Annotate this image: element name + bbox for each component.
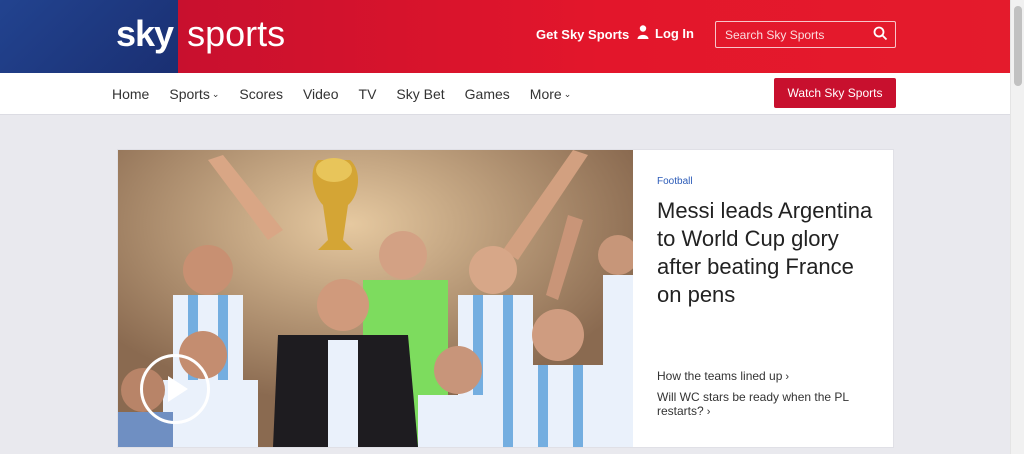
login-label: Log In [655, 26, 694, 41]
nav-item-label: Sky Bet [396, 86, 445, 102]
nav-item-home[interactable]: Home [112, 86, 149, 102]
hero-headline[interactable]: Messi leads Argentina to World Cup glory… [657, 197, 882, 309]
nav-item-label: Sports [169, 86, 210, 102]
nav-item-label: Video [302, 86, 339, 102]
related-links: How the teams lined up › Will WC stars be … [657, 369, 867, 425]
search-placeholder: Search Sky Sports [725, 27, 825, 42]
nav-item-label: Scores [239, 86, 283, 102]
nav-item-scores[interactable]: Scores [239, 86, 283, 102]
related-link-label: Will WC stars be ready when the PL resta… [657, 390, 849, 418]
hero-image[interactable] [118, 150, 633, 447]
play-video-button[interactable] [140, 354, 210, 424]
logo-sports: sports [187, 13, 286, 54]
hero-text: Football Messi leads Argentina to World … [657, 176, 882, 309]
chevron-right-icon: › [785, 371, 790, 383]
page-scrollbar[interactable] [1010, 0, 1024, 454]
watch-sky-sports-button[interactable]: Watch Sky Sports [774, 78, 896, 108]
nav-item-label: TV [358, 86, 377, 102]
nav-item-label: Home [112, 86, 150, 102]
sky-sports-logo[interactable]: sky sports [116, 12, 285, 56]
search-input[interactable]: Search Sky Sports [715, 21, 896, 48]
nav-item-games[interactable]: Games [465, 86, 510, 102]
search-icon[interactable] [873, 26, 888, 44]
get-sky-sports-link[interactable]: Get Sky Sports [536, 27, 629, 42]
chevron-right-icon: › [706, 406, 711, 418]
chevron-down-icon: ⌄ [211, 89, 220, 99]
nav-item-video[interactable]: Video [303, 86, 339, 102]
nav-item-sky-bet[interactable]: Sky Bet [396, 86, 444, 102]
logo-sky: sky [116, 13, 174, 54]
main-nav: Home Sports ⌄ Scores Video TV Sky Bet Games More… [0, 73, 1010, 115]
category-tag[interactable]: Football [657, 176, 882, 187]
header-bar: sky sports Get Sky Sports Log In Search S… [0, 0, 1010, 73]
nav-item-tv[interactable]: TV [359, 86, 377, 102]
nav-item-label: Games [464, 86, 510, 102]
related-link[interactable]: How the teams lined up › [657, 369, 867, 384]
nav-item-more[interactable]: More ⌄ [530, 86, 571, 102]
hero-card: Football Messi leads Argentina to World … [118, 150, 893, 447]
related-link[interactable]: Will WC stars be ready when the PL resta… [657, 390, 867, 419]
related-link-label: How the teams lined up [657, 369, 783, 383]
nav-item-sports[interactable]: Sports ⌄ [169, 86, 219, 102]
user-icon [637, 25, 649, 42]
scrollbar-thumb[interactable] [1014, 6, 1022, 86]
chevron-down-icon: ⌄ [563, 89, 572, 99]
login-link[interactable]: Log In [637, 25, 694, 42]
nav-items: Home Sports ⌄ Scores Video TV Sky Bet Games More… [112, 86, 591, 102]
nav-item-label: More [529, 86, 562, 102]
play-icon [168, 376, 188, 402]
